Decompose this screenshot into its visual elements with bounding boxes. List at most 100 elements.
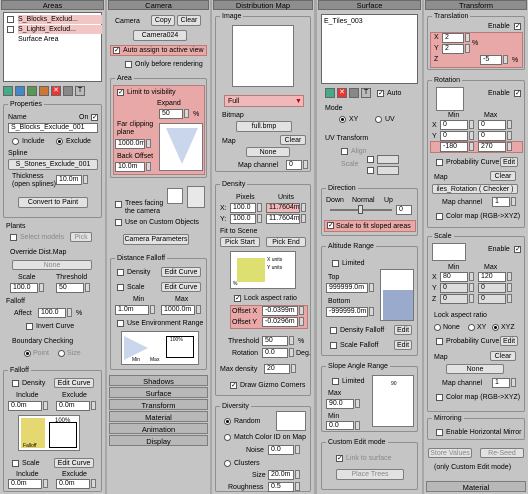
scale-include-spinner[interactable] <box>43 479 48 488</box>
distance-density-checkbox[interactable] <box>117 269 124 276</box>
offset-x-field[interactable]: -0.0399m <box>262 306 298 316</box>
density-falloff-checkbox[interactable] <box>12 380 19 387</box>
scale-z-max[interactable]: 0 <box>478 294 506 304</box>
area-list-item[interactable]: S_Lights_Exclud... <box>18 25 102 34</box>
scale-x-min-spinner[interactable] <box>469 272 474 281</box>
rotation-x-max-spinner[interactable] <box>507 120 512 129</box>
rotation-x-max[interactable]: 0 <box>478 120 506 130</box>
match-color-radio[interactable] <box>224 434 231 441</box>
map-channel-spinner[interactable] <box>303 160 308 169</box>
altitude-bottom-spinner[interactable] <box>369 307 374 316</box>
select-models-checkbox[interactable] <box>10 234 17 241</box>
list-icon[interactable] <box>349 88 359 98</box>
scale-fit-checkbox[interactable]: ✓ <box>327 222 334 229</box>
override-scale-spinner[interactable] <box>39 283 44 292</box>
scale-z-min[interactable]: 0 <box>440 294 468 304</box>
distance-max-spinner[interactable] <box>196 305 201 314</box>
direction-field[interactable]: 0 <box>396 205 412 215</box>
scale-y-min-spinner[interactable] <box>469 283 474 292</box>
expand-field[interactable]: 50 <box>159 109 183 119</box>
falloff-include-spinner[interactable] <box>43 401 48 410</box>
override-threshold-spinner[interactable] <box>85 283 90 292</box>
density-y-pixels-spinner[interactable] <box>257 214 262 223</box>
map-channel-field[interactable]: 0 <box>286 160 302 170</box>
scale-prob-edit-button[interactable]: Edit <box>500 336 518 346</box>
convert-to-paint-button[interactable]: Convert to Paint <box>18 197 88 208</box>
delete-surface-icon[interactable]: ✕ <box>337 88 347 98</box>
rotation-y-min[interactable]: 0 <box>440 131 468 141</box>
translation-x-spinner[interactable] <box>465 33 470 42</box>
custom-objects-checkbox[interactable] <box>115 219 122 226</box>
map-clear-button[interactable]: Clear <box>280 135 306 145</box>
auto-assign-checkbox[interactable]: ✓ <box>113 47 120 54</box>
density-x-units[interactable]: 11.7604m <box>266 203 300 213</box>
area-name-field[interactable]: S_Blocks_Exclude_001 <box>8 123 98 133</box>
scale-edit-curve-button[interactable]: Edit Curve <box>54 458 94 468</box>
scale-z-min-spinner[interactable] <box>469 294 474 303</box>
rotation-prob-edit-button[interactable]: Edit <box>500 157 518 167</box>
offset-y-field[interactable]: -0.0296m <box>262 317 298 327</box>
map-none-button[interactable]: None <box>246 147 290 157</box>
pick-end-button[interactable]: Pick End <box>266 237 306 247</box>
max-density-field[interactable]: 20 <box>264 364 290 374</box>
only-before-checkbox[interactable] <box>125 61 132 68</box>
direction-slider-thumb[interactable] <box>358 205 363 214</box>
translation-z-spinner[interactable] <box>503 55 508 64</box>
text-icon[interactable]: T <box>361 88 371 98</box>
paint-icon[interactable] <box>15 86 25 96</box>
density-x-pixels-spinner[interactable] <box>257 203 262 212</box>
camera-parameters-button[interactable]: Camera Parameters <box>123 234 189 245</box>
density-x-units-spinner[interactable] <box>301 203 306 212</box>
density-y-pixels[interactable]: 100.0 <box>230 214 256 224</box>
rotation-map-clear-button[interactable]: Clear <box>490 171 516 181</box>
clear-button[interactable]: Clear <box>177 15 201 26</box>
rollout-shadows[interactable]: Shadows <box>109 375 208 386</box>
translation-x-field[interactable]: 2 <box>442 33 464 43</box>
bitmap-button[interactable]: full.bmp <box>236 121 292 132</box>
camera-header[interactable]: Camera <box>108 0 209 10</box>
pick-start-button[interactable]: Pick Start <box>220 237 260 247</box>
area-checkbox[interactable] <box>7 16 14 23</box>
override-threshold-field[interactable]: 50 <box>56 283 84 293</box>
altitude-limited-checkbox[interactable] <box>332 260 339 267</box>
horizontal-mirror-checkbox[interactable] <box>436 429 443 436</box>
affect-spinner[interactable] <box>67 308 72 317</box>
scale-include-field[interactable]: 0.0m <box>8 479 42 489</box>
falloff-exclude-spinner[interactable] <box>91 401 96 410</box>
copy-button[interactable]: Copy <box>151 15 175 26</box>
scale-map-channel-field[interactable]: 1 <box>492 378 510 388</box>
rotation-x-min-spinner[interactable] <box>469 120 474 129</box>
distance-density-edit-button[interactable]: Edit Curve <box>161 267 201 277</box>
density-falloff-checkbox[interactable] <box>330 327 337 334</box>
scale-falloff-edit-button[interactable]: Edit <box>394 340 412 350</box>
noise-spinner[interactable] <box>295 445 300 454</box>
slope-min-field[interactable]: 0.0 <box>326 421 354 430</box>
rotation-z-min[interactable]: -180 <box>440 142 468 152</box>
areas-header[interactable]: Areas <box>1 0 104 10</box>
include-radio[interactable] <box>12 138 19 145</box>
surface-header[interactable]: Surface <box>318 0 421 10</box>
threshold-field[interactable]: 50 <box>262 336 288 346</box>
offset-y-spinner[interactable] <box>299 317 304 326</box>
translation-z-field[interactable]: -5 <box>480 55 502 65</box>
surface-list[interactable]: E_Tiles_003 <box>321 14 418 84</box>
env-range-checkbox[interactable] <box>117 320 124 327</box>
rollout-transform[interactable]: Transform <box>109 399 208 410</box>
trees-facing-checkbox[interactable] <box>115 201 122 208</box>
rotation-z-max-spinner[interactable] <box>507 142 512 151</box>
rotation-y-max[interactable]: 0 <box>478 131 506 141</box>
scale-z-max-spinner[interactable] <box>507 294 512 303</box>
clusters-radio[interactable] <box>224 460 231 467</box>
max-density-spinner[interactable] <box>291 364 296 373</box>
distance-max-field[interactable]: 1000.0m <box>161 305 195 315</box>
back-offset-field[interactable]: 10.0m <box>115 162 145 172</box>
pick-button[interactable]: Pick <box>70 232 92 242</box>
slope-max-field[interactable]: 90.0 <box>326 399 354 409</box>
back-offset-spinner[interactable] <box>146 162 151 171</box>
size-radio[interactable] <box>58 350 65 357</box>
scale-y-max-spinner[interactable] <box>507 283 512 292</box>
rotation-prob-curve-checkbox[interactable] <box>436 159 443 166</box>
tree-icon[interactable] <box>27 86 37 96</box>
rotation-color-map-checkbox[interactable] <box>436 213 443 220</box>
override-map-button[interactable]: None <box>12 260 92 270</box>
